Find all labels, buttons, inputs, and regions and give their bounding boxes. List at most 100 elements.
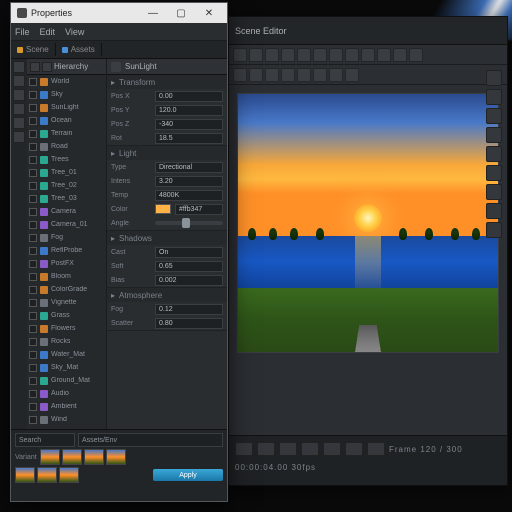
hierarchy-item[interactable]: Vignette (27, 296, 106, 309)
visibility-checkbox[interactable] (29, 156, 37, 164)
visibility-checkbox[interactable] (29, 286, 37, 294)
mode-button[interactable] (13, 89, 25, 101)
property-field[interactable]: 120.0 (155, 105, 223, 116)
variant-thumb[interactable] (40, 449, 60, 465)
visibility-checkbox[interactable] (29, 169, 37, 177)
editor-titlebar[interactable]: Scene Editor (229, 17, 507, 45)
slider-thumb[interactable] (182, 218, 190, 228)
angle-slider[interactable] (155, 221, 223, 225)
apply-button[interactable]: Apply (153, 469, 223, 481)
property-field[interactable]: 18.5 (155, 133, 223, 144)
hierarchy-item[interactable]: SunLight (27, 101, 106, 114)
mode-button[interactable] (13, 103, 25, 115)
toolbar-button[interactable] (409, 48, 423, 62)
sort-icon[interactable] (42, 62, 52, 72)
visibility-checkbox[interactable] (29, 234, 37, 242)
side-tool-button[interactable] (486, 165, 502, 181)
hierarchy-item[interactable]: Camera_01 (27, 218, 106, 231)
property-field[interactable]: 0.80 (155, 318, 223, 329)
section-header[interactable]: ▸Shadows (107, 231, 227, 245)
toolbar-button[interactable] (249, 48, 263, 62)
step-fwd-button[interactable] (323, 442, 341, 456)
visibility-checkbox[interactable] (29, 364, 37, 372)
toolbar-button[interactable] (329, 48, 343, 62)
hierarchy-item[interactable]: Grass (27, 309, 106, 322)
toolbar-button[interactable] (233, 68, 247, 82)
minimize-button[interactable]: — (141, 5, 165, 21)
side-tool-button[interactable] (486, 108, 502, 124)
visibility-checkbox[interactable] (29, 104, 37, 112)
side-tool-button[interactable] (486, 222, 502, 238)
hierarchy-item[interactable]: Fog (27, 231, 106, 244)
toolbar-button[interactable] (297, 68, 311, 82)
hierarchy-item[interactable]: Rocks (27, 335, 106, 348)
hierarchy-item[interactable]: PostFX (27, 257, 106, 270)
play-button[interactable] (235, 442, 253, 456)
toolbar-button[interactable] (281, 68, 295, 82)
section-header[interactable]: ▸Atmosphere (107, 288, 227, 302)
hierarchy-item[interactable]: Tree_03 (27, 192, 106, 205)
toolbar-button[interactable] (313, 48, 327, 62)
visibility-checkbox[interactable] (29, 247, 37, 255)
side-tool-button[interactable] (486, 203, 502, 219)
maximize-button[interactable]: ▢ (169, 5, 193, 21)
visibility-checkbox[interactable] (29, 416, 37, 424)
visibility-checkbox[interactable] (29, 377, 37, 385)
hierarchy-item[interactable]: Wind (27, 413, 106, 426)
visibility-checkbox[interactable] (29, 221, 37, 229)
visibility-checkbox[interactable] (29, 195, 37, 203)
hierarchy-item[interactable]: Sky (27, 88, 106, 101)
hierarchy-item[interactable]: Water_Mat (27, 348, 106, 361)
visibility-checkbox[interactable] (29, 273, 37, 281)
visibility-checkbox[interactable] (29, 351, 37, 359)
variant-thumb[interactable] (37, 467, 57, 483)
color-hex-field[interactable]: #ffb347 (175, 204, 223, 215)
visibility-checkbox[interactable] (29, 312, 37, 320)
hierarchy-item[interactable]: Sky_Mat (27, 361, 106, 374)
toolbar-button[interactable] (345, 68, 359, 82)
record-button[interactable] (367, 442, 385, 456)
visibility-checkbox[interactable] (29, 299, 37, 307)
hierarchy-item[interactable]: Trees (27, 153, 106, 166)
step-back-button[interactable] (301, 442, 319, 456)
mode-button[interactable] (13, 61, 25, 73)
section-header[interactable]: ▸Light (107, 146, 227, 160)
visibility-checkbox[interactable] (29, 78, 37, 86)
variant-thumb[interactable] (59, 467, 79, 483)
search-input[interactable]: Search (15, 433, 75, 447)
tab-scene[interactable]: Scene (11, 43, 56, 56)
properties-titlebar[interactable]: Properties — ▢ ✕ (11, 3, 227, 23)
toolbar-button[interactable] (265, 48, 279, 62)
section-header[interactable]: ▸Transform (107, 75, 227, 89)
pause-button[interactable] (257, 442, 275, 456)
toolbar-button[interactable] (377, 48, 391, 62)
hierarchy-item[interactable]: Ground_Mat (27, 374, 106, 387)
toolbar-button[interactable] (233, 48, 247, 62)
hierarchy-item[interactable]: ColorGrade (27, 283, 106, 296)
property-field[interactable]: On (155, 247, 223, 258)
color-swatch[interactable] (155, 204, 171, 214)
hierarchy-item[interactable]: Camera (27, 205, 106, 218)
hierarchy-item[interactable]: Tree_02 (27, 179, 106, 192)
side-tool-button[interactable] (486, 146, 502, 162)
close-button[interactable]: ✕ (197, 5, 221, 21)
toolbar-button[interactable] (265, 68, 279, 82)
side-tool-button[interactable] (486, 184, 502, 200)
visibility-checkbox[interactable] (29, 325, 37, 333)
hierarchy-item[interactable]: Audio (27, 387, 106, 400)
property-field[interactable]: 3.20 (155, 176, 223, 187)
property-field[interactable]: 0.12 (155, 304, 223, 315)
path-field[interactable]: Assets/Env (78, 433, 223, 447)
toolbar-button[interactable] (361, 48, 375, 62)
visibility-checkbox[interactable] (29, 338, 37, 346)
visibility-checkbox[interactable] (29, 143, 37, 151)
visibility-checkbox[interactable] (29, 403, 37, 411)
toolbar-button[interactable] (393, 48, 407, 62)
menu-edit[interactable]: Edit (40, 27, 56, 37)
visibility-checkbox[interactable] (29, 208, 37, 216)
variant-thumb[interactable] (106, 449, 126, 465)
viewport[interactable] (237, 93, 499, 353)
variant-thumb[interactable] (62, 449, 82, 465)
property-field[interactable]: 0.65 (155, 261, 223, 272)
property-field[interactable]: 0.00 (155, 91, 223, 102)
